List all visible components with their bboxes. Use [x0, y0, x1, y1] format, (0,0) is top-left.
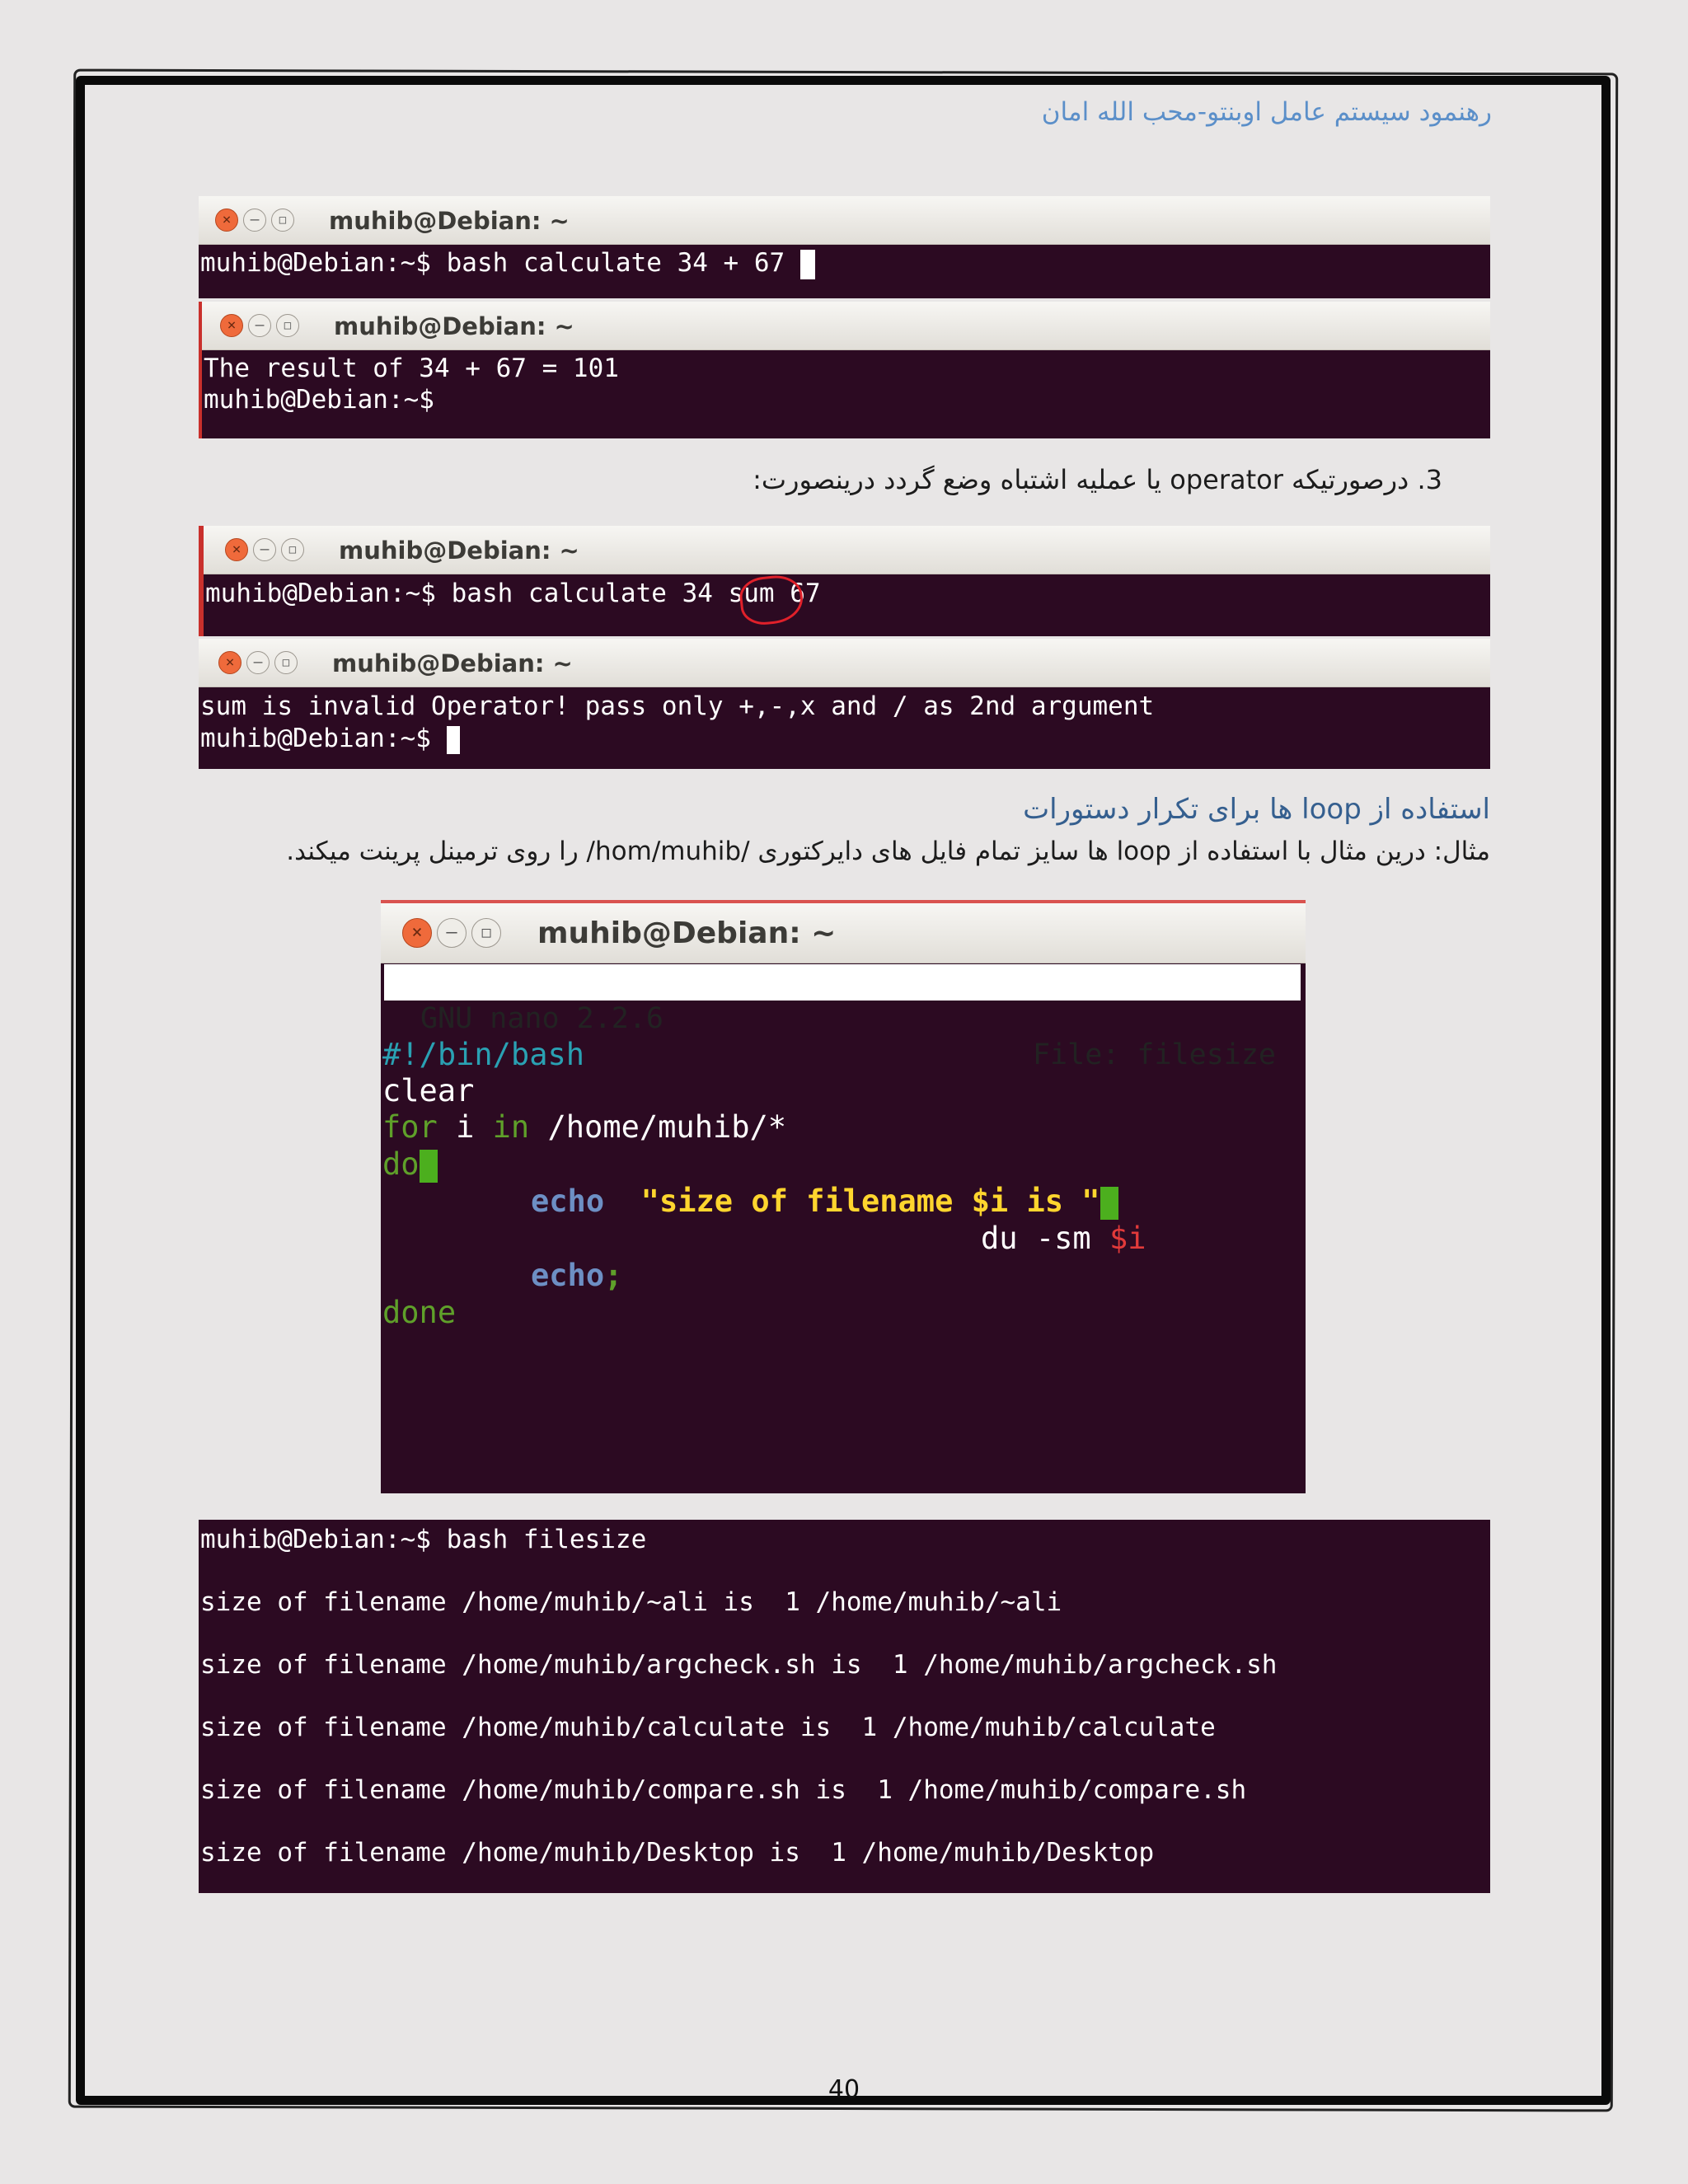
terminal-title: muhib@Debian: ~	[339, 537, 579, 565]
terminal-line: size of filename /home/muhib/calculate i…	[200, 1713, 1216, 1742]
nano-editor-window: × – □ muhib@Debian: ~ GNU nano 2.2.6 Fil…	[381, 900, 1306, 1493]
page-header: رهنمود سیستم عامل اوبنتو-محب الله امان	[1041, 97, 1492, 127]
terminal-invalid-operator-input: × – □ muhib@Debian: ~ muhib@Debian:~$ ba…	[199, 526, 1490, 636]
minimize-icon[interactable]: –	[248, 314, 271, 337]
item-3-text: 3. درصورتیکه operator یا عملیه اشتباه وض…	[753, 464, 1442, 495]
close-icon[interactable]: ×	[225, 538, 248, 561]
terminal-line: size of filename /home/muhib/Desktop is …	[200, 1838, 1155, 1868]
terminal-line: muhib@Debian:~$	[200, 721, 460, 756]
maximize-icon[interactable]: □	[274, 651, 298, 674]
code-line: clear	[382, 1073, 475, 1108]
close-icon[interactable]: ×	[220, 314, 243, 337]
maximize-icon[interactable]: □	[281, 538, 304, 561]
minimize-icon[interactable]: –	[437, 918, 467, 948]
terminal-cursor	[446, 725, 460, 754]
maximize-icon[interactable]: □	[471, 918, 501, 948]
close-icon[interactable]: ×	[402, 918, 432, 948]
nano-version: GNU nano 2.2.6	[420, 1002, 664, 1035]
editor-cursor	[419, 1149, 438, 1183]
code-line: done	[382, 1295, 457, 1330]
terminal-line: muhib@Debian:~$ bash filesize	[200, 1525, 647, 1554]
code-line: #!/bin/bash	[382, 1037, 585, 1072]
terminal-line: The result of 34 + 67 = 101	[204, 354, 619, 383]
terminal-title: muhib@Debian: ~	[537, 916, 837, 950]
maximize-icon[interactable]: □	[276, 314, 299, 337]
terminal-line: muhib@Debian:~$ bash calculate 34 sum 67	[205, 579, 821, 608]
page-number: 40	[828, 2075, 860, 2104]
terminal-titlebar: × – □ muhib@Debian: ~	[199, 639, 1490, 687]
terminal-calculate-output: × – □ muhib@Debian: ~ The result of 34 +…	[199, 302, 1490, 438]
terminal-titlebar: × – □ muhib@Debian: ~	[199, 196, 1490, 245]
terminal-title: muhib@Debian: ~	[332, 649, 573, 677]
terminal-filesize-output: muhib@Debian:~$ bash filesize size of fi…	[199, 1520, 1490, 1893]
minimize-icon[interactable]: –	[243, 209, 266, 232]
code-line: echo "size of filename $i is "	[531, 1183, 1118, 1220]
minimize-icon[interactable]: –	[246, 651, 270, 674]
minimize-icon[interactable]: –	[253, 538, 276, 561]
example-text: مثال: درین مثال با استفاده از loop ها سا…	[286, 837, 1490, 866]
terminal-titlebar: × – □ muhib@Debian: ~	[204, 526, 1490, 574]
section-heading: استفاده از loop ها برای تکرار دستورات	[1023, 793, 1490, 826]
code-line: echo;	[531, 1258, 623, 1293]
nano-file-name: File: filesize	[1032, 1038, 1276, 1071]
editor-cursor	[1100, 1186, 1118, 1220]
terminal-line: muhib@Debian:~$	[204, 385, 434, 415]
terminal-cursor	[799, 249, 815, 279]
terminal-line: sum is invalid Operator! pass only +,-,x…	[200, 691, 1155, 721]
terminal-calculate-input: × – □ muhib@Debian: ~ muhib@Debian:~$ ba…	[199, 196, 1490, 298]
code-line: du -sm $i	[981, 1221, 1146, 1256]
terminal-line: muhib@Debian:~$ bash calculate 34 + 67	[200, 246, 815, 280]
close-icon[interactable]: ×	[215, 209, 238, 232]
nano-header-bar: GNU nano 2.2.6 File: filesize	[384, 964, 1301, 1071]
terminal-titlebar: × – □ muhib@Debian: ~	[202, 302, 1490, 350]
terminal-line: size of filename /home/muhib/compare.sh …	[200, 1775, 1247, 1805]
code-line: for i in /home/muhib/*	[382, 1109, 787, 1145]
terminal-invalid-operator-output: × – □ muhib@Debian: ~ sum is invalid Ope…	[199, 639, 1490, 769]
maximize-icon[interactable]: □	[271, 209, 294, 232]
terminal-title: muhib@Debian: ~	[334, 312, 574, 340]
code-line: do	[382, 1146, 438, 1183]
close-icon[interactable]: ×	[218, 651, 241, 674]
terminal-titlebar: × – □ muhib@Debian: ~	[381, 903, 1306, 963]
terminal-line: size of filename /home/muhib/~ali is 1 /…	[200, 1587, 1062, 1617]
terminal-title: muhib@Debian: ~	[329, 207, 570, 235]
terminal-line: size of filename /home/muhib/argcheck.sh…	[200, 1650, 1278, 1680]
